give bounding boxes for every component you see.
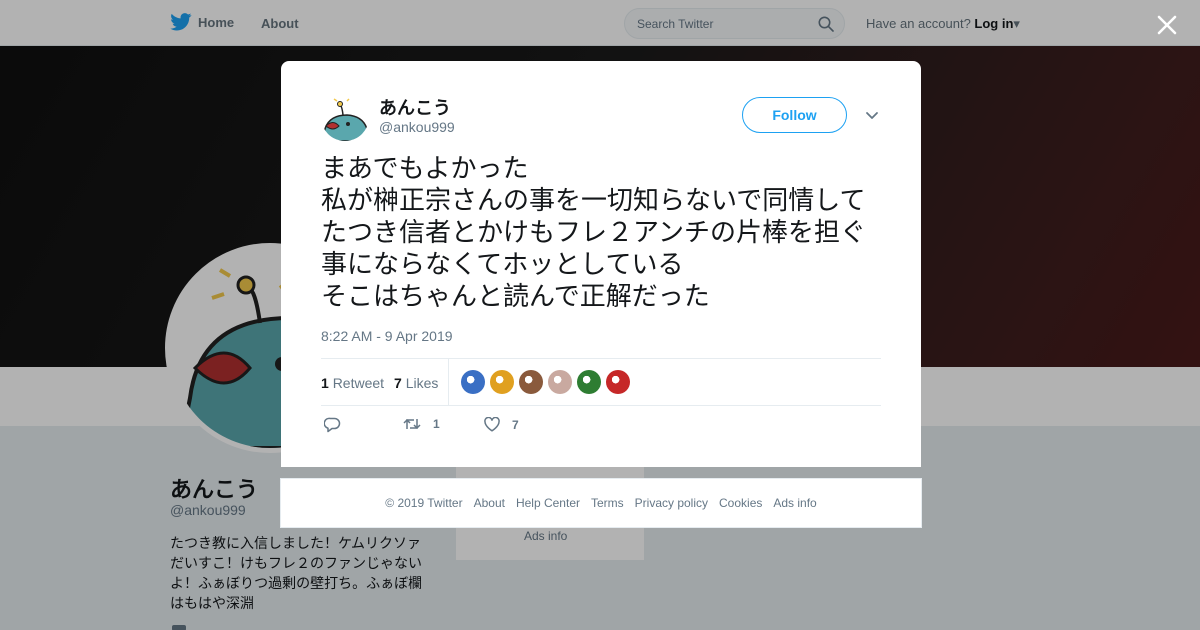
footer-links: © 2019 Twitter About Help Center Terms P…: [280, 478, 922, 528]
retweet-count: 1: [321, 375, 329, 391]
footer-copyright: © 2019 Twitter: [385, 496, 463, 510]
reply-button[interactable]: [324, 417, 341, 433]
tweet-stats: 1 Retweet 7 Likes: [321, 358, 881, 406]
like-count-link[interactable]: 7 Likes: [394, 375, 438, 391]
liker-avatar-3[interactable]: [519, 370, 543, 394]
retweet-count-label: Retweet: [332, 375, 385, 391]
stats-divider: [448, 359, 449, 405]
liker-avatar-4[interactable]: [548, 370, 572, 394]
like-action-count: 7: [512, 417, 519, 432]
footer-terms-link[interactable]: Terms: [591, 496, 624, 510]
footer-cookies-link[interactable]: Cookies: [719, 496, 762, 510]
retweet-action-count: 1: [433, 417, 440, 431]
tweet-actions: 1 7: [321, 417, 881, 437]
retweet-count-link[interactable]: 1 Retweet: [321, 375, 384, 391]
follow-button[interactable]: Follow: [742, 97, 847, 133]
tweet-text: まあでもよかった 私が榊正宗さんの事を一切知らないで同情してたつき信者とかけもフ…: [321, 154, 866, 312]
tweet-timestamp[interactable]: 8:22 AM - 9 Apr 2019: [321, 328, 453, 344]
like-count: 7: [394, 375, 402, 391]
retweet-button[interactable]: 1: [403, 417, 440, 431]
reply-icon: [324, 417, 341, 433]
close-icon[interactable]: [1153, 11, 1181, 39]
liker-avatar-5[interactable]: [577, 370, 601, 394]
retweet-icon: [403, 418, 421, 430]
like-button[interactable]: 7: [484, 417, 519, 432]
chevron-down-icon[interactable]: [864, 107, 880, 123]
liker-avatar-1[interactable]: [461, 370, 485, 394]
tweet-modal: あんこう @ankou999 Follow まあでもよかった 私が榊正宗さんの事…: [281, 61, 921, 467]
footer-ads-link[interactable]: Ads info: [773, 496, 816, 510]
liker-avatar-2[interactable]: [490, 370, 514, 394]
anglerfish-avatar-icon: [321, 93, 369, 141]
tweet-author-handle[interactable]: @ankou999: [379, 119, 455, 135]
tweet-author-avatar[interactable]: [321, 93, 369, 141]
liker-avatar-6[interactable]: [606, 370, 630, 394]
footer-help-link[interactable]: Help Center: [516, 496, 580, 510]
heart-icon: [484, 417, 500, 432]
footer-about-link[interactable]: About: [474, 496, 505, 510]
likers-avatars: [461, 370, 630, 394]
like-count-label: Likes: [405, 375, 439, 391]
tweet-author-name[interactable]: あんこう: [379, 94, 451, 120]
footer-privacy-link[interactable]: Privacy policy: [635, 496, 708, 510]
